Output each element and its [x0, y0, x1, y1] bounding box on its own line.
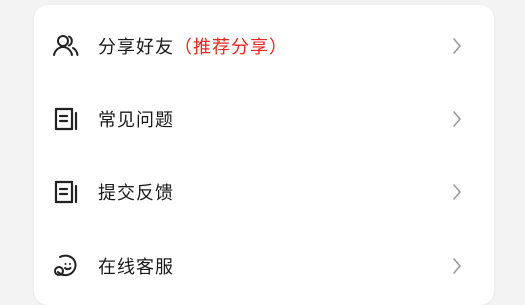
menu-item-label: 分享好友（推荐分享） [98, 37, 288, 58]
menu-item-label: 在线客服 [98, 257, 174, 278]
chevron-right-icon [450, 109, 464, 129]
chat-smile-icon [52, 252, 80, 280]
users-icon [52, 32, 80, 60]
menu-item-label: 常见问题 [98, 110, 174, 131]
chevron-right-icon [450, 36, 464, 56]
menu-item-share-friends[interactable]: 分享好友（推荐分享） [34, 11, 494, 81]
document-icon [52, 105, 80, 133]
chevron-right-icon [450, 182, 464, 202]
menu-item-faq[interactable]: 常见问题 [34, 84, 494, 154]
document-icon [52, 178, 80, 206]
chevron-right-icon [450, 256, 464, 276]
menu-item-feedback[interactable]: 提交反馈 [34, 157, 494, 227]
menu-item-label: 提交反馈 [98, 183, 174, 204]
settings-menu-card: 分享好友（推荐分享） 常见问题 提交反馈 在线客服 [34, 5, 494, 305]
menu-item-online-service[interactable]: 在线客服 [34, 231, 494, 301]
recommend-share-highlight: （推荐分享） [174, 37, 288, 58]
